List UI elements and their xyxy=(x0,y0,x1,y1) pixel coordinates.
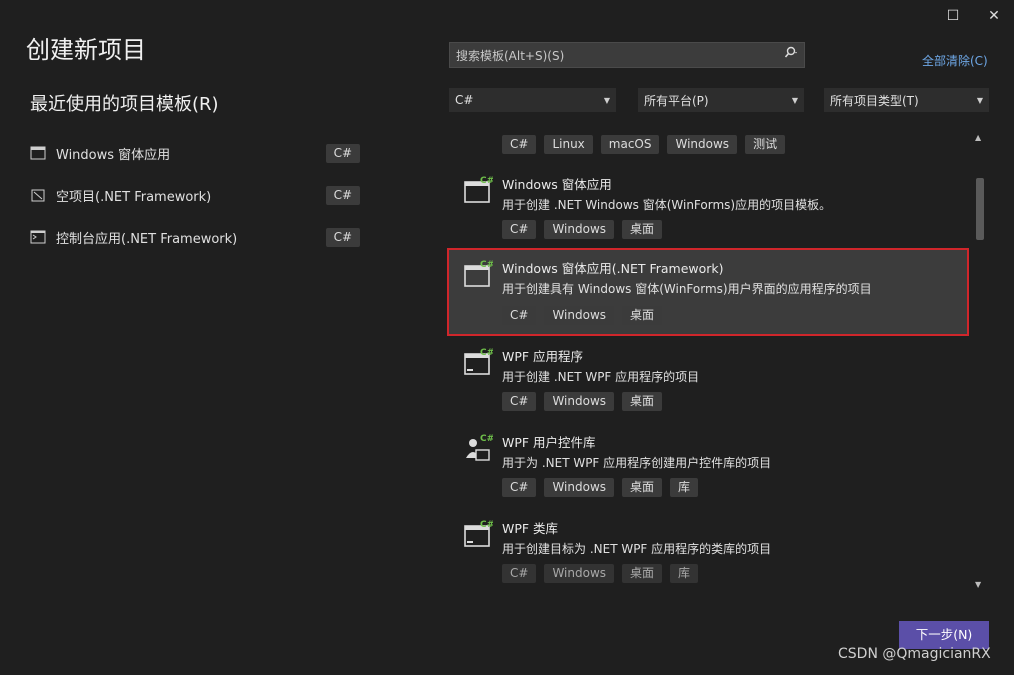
clear-all-link[interactable]: 全部清除(C) xyxy=(922,52,988,69)
recent-item-label: 控制台应用(.NET Framework) xyxy=(56,231,238,247)
template-title: WPF 类库 xyxy=(502,521,559,536)
recent-item-empty-project[interactable]: 空项目(.NET Framework) C# xyxy=(30,183,360,207)
template-item[interactable]: C# Windows 窗体应用 用于创建 .NET Windows 窗体(Win… xyxy=(447,164,969,252)
wpf-user-control-icon: C# xyxy=(466,434,493,461)
tag: macOS xyxy=(600,135,660,154)
recent-item-label: Windows 窗体应用 xyxy=(56,147,171,163)
template-title: Windows 窗体应用(.NET Framework) xyxy=(502,261,724,276)
language-filter-value: C# xyxy=(455,93,474,107)
tag: Windows xyxy=(544,478,615,497)
svg-text:C#: C# xyxy=(480,176,493,186)
chevron-down-icon: ▼ xyxy=(976,95,983,105)
template-description: 用于创建具有 Windows 窗体(WinForms)用户界面的应用程序的项目 xyxy=(502,282,872,296)
platform-filter[interactable]: 所有平台(P) ▼ xyxy=(638,88,804,112)
maximize-button[interactable]: ☐ xyxy=(942,6,964,26)
tag: 桌面 xyxy=(622,478,663,497)
tag: Windows xyxy=(667,135,738,154)
tag: C# xyxy=(502,306,537,325)
template-list-scrollbar[interactable]: ▲ ▼ xyxy=(972,128,988,594)
page-title: 创建新项目 xyxy=(26,36,146,64)
empty-project-icon xyxy=(31,189,45,202)
template-description: 用于创建 .NET WPF 应用程序的项目 xyxy=(502,370,700,384)
tag: 库 xyxy=(670,564,699,583)
template-description: 用于创建目标为 .NET WPF 应用程序的类库的项目 xyxy=(502,542,772,556)
tag: 库 xyxy=(670,478,699,497)
tag: C# xyxy=(502,220,537,239)
template-item[interactable]: C# WPF 用户控件库 用于为 .NET WPF 应用程序创建用户控件库的项目… xyxy=(447,422,969,510)
winforms-app-icon: C# xyxy=(464,176,493,203)
previous-item-tags: C# Linux macOS Windows 测试 xyxy=(502,135,793,154)
template-item[interactable]: C# WPF 类库 用于创建目标为 .NET WPF 应用程序的类库的项目 C#… xyxy=(447,508,969,594)
tag: C# xyxy=(502,392,537,411)
svg-text:C#: C# xyxy=(480,434,493,444)
tag: C# xyxy=(502,135,537,154)
winforms-framework-icon: C# xyxy=(464,260,493,287)
recent-item-console-app[interactable]: 控制台应用(.NET Framework) C# xyxy=(30,225,360,249)
template-title: WPF 用户控件库 xyxy=(502,435,596,450)
svg-text:C#: C# xyxy=(480,520,493,530)
wpf-app-icon: C# xyxy=(464,348,493,375)
lang-tag: C# xyxy=(325,185,360,205)
template-description: 用于为 .NET WPF 应用程序创建用户控件库的项目 xyxy=(502,456,772,470)
project-type-filter[interactable]: 所有项目类型(T) ▼ xyxy=(824,88,989,112)
tag: 桌面 xyxy=(622,220,663,239)
template-item[interactable]: C# WPF 应用程序 用于创建 .NET WPF 应用程序的项目 C# Win… xyxy=(447,336,969,424)
scroll-up-icon[interactable]: ▲ xyxy=(975,133,981,142)
lang-tag: C# xyxy=(325,227,360,247)
search-icon[interactable] xyxy=(778,46,804,64)
wpf-class-library-icon: C# xyxy=(464,520,493,547)
winforms-template-icon xyxy=(30,146,46,160)
template-title: WPF 应用程序 xyxy=(502,349,584,364)
svg-text:C#: C# xyxy=(480,260,493,270)
tag: C# xyxy=(502,478,537,497)
template-item-selected[interactable]: C# Windows 窗体应用(.NET Framework) 用于创建具有 W… xyxy=(447,248,969,336)
lang-tag: C# xyxy=(325,143,360,163)
language-filter[interactable]: C# ▼ xyxy=(449,88,616,112)
tag: 桌面 xyxy=(622,306,663,325)
console-app-icon xyxy=(30,230,46,244)
tag: C# xyxy=(502,564,537,583)
search-input[interactable]: 搜索模板(Alt+S)(S) xyxy=(450,47,778,64)
tag: 测试 xyxy=(745,135,786,154)
recent-templates-heading: 最近使用的项目模板(R) xyxy=(30,94,219,115)
tag: Linux xyxy=(544,135,593,154)
scrollbar-thumb[interactable] xyxy=(976,178,984,240)
template-description: 用于创建 .NET Windows 窗体(WinForms)应用的项目模板。 xyxy=(502,198,832,212)
recent-item-label: 空项目(.NET Framework) xyxy=(56,189,212,205)
template-list[interactable]: C# Linux macOS Windows 测试 C# Windows 窗体应… xyxy=(447,128,969,594)
project-type-filter-value: 所有项目类型(T) xyxy=(830,93,919,108)
tag: Windows xyxy=(544,220,615,239)
tag: Windows xyxy=(544,392,615,411)
scroll-down-icon[interactable]: ▼ xyxy=(975,580,981,589)
search-box[interactable]: 搜索模板(Alt+S)(S) xyxy=(449,42,805,68)
tag: Windows xyxy=(544,306,615,325)
watermark: CSDN @QmagicianRX xyxy=(838,646,991,662)
platform-filter-value: 所有平台(P) xyxy=(644,93,709,108)
tag: Windows xyxy=(544,564,615,583)
svg-text:C#: C# xyxy=(480,348,493,358)
recent-item-winforms[interactable]: Windows 窗体应用 C# xyxy=(30,141,360,165)
close-button[interactable]: ✕ xyxy=(983,6,1005,26)
tag: 桌面 xyxy=(622,564,663,583)
tag: 桌面 xyxy=(622,392,663,411)
next-button[interactable]: 下一步(N) xyxy=(899,621,989,649)
chevron-down-icon: ▼ xyxy=(791,95,798,105)
chevron-down-icon: ▼ xyxy=(603,95,610,105)
template-title: Windows 窗体应用 xyxy=(502,177,612,192)
